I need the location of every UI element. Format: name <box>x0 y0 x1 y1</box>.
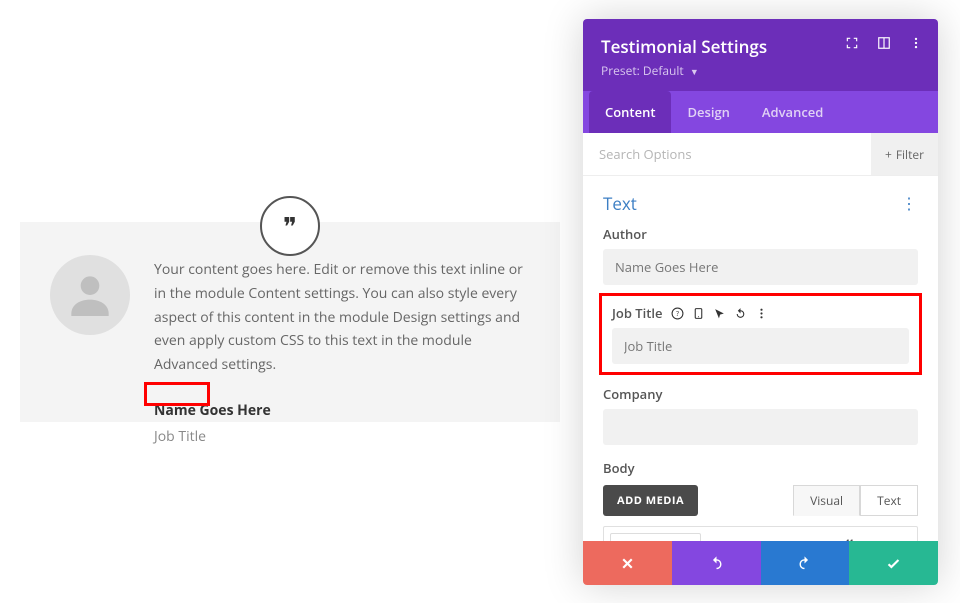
tab-content[interactable]: Content <box>589 91 671 133</box>
svg-text:?: ? <box>676 309 679 319</box>
paragraph-select[interactable]: Paragraph▼ <box>610 533 701 541</box>
tablet-icon[interactable] <box>692 307 705 320</box>
close-button[interactable] <box>583 541 672 585</box>
tab-advanced[interactable]: Advanced <box>746 91 839 133</box>
preview-name: Name Goes Here <box>154 399 530 423</box>
job-input[interactable] <box>612 328 909 364</box>
search-input[interactable] <box>583 133 871 175</box>
menu-dots-icon[interactable] <box>908 35 924 51</box>
search-bar: +Filter <box>583 133 938 176</box>
panel-footer <box>583 541 938 585</box>
section-title[interactable]: Text <box>603 192 637 215</box>
preset-selector[interactable]: Preset: Default ▼ <box>601 62 920 79</box>
company-input[interactable] <box>603 409 918 445</box>
hover-icon[interactable] <box>713 307 726 320</box>
panel-header: Testimonial Settings Preset: Default ▼ <box>583 19 938 91</box>
undo-footer-button[interactable] <box>672 541 761 585</box>
save-button[interactable] <box>849 541 938 585</box>
author-label: Author <box>603 225 918 243</box>
panel-content: Text ⋮ Author Job Title ? Company Body A… <box>583 176 938 541</box>
quote-icon: ❞ <box>260 196 320 256</box>
visual-tab[interactable]: Visual <box>793 485 860 516</box>
help-icon[interactable]: ? <box>671 307 684 320</box>
add-media-button[interactable]: ADD MEDIA <box>603 485 698 516</box>
filter-button[interactable]: +Filter <box>871 133 938 175</box>
tab-design[interactable]: Design <box>671 91 745 133</box>
reset-icon[interactable] <box>734 307 747 320</box>
highlight-job-preview <box>144 382 210 406</box>
preview-body-text: Your content goes here. Edit or remove t… <box>154 258 530 377</box>
panel-tabs: Content Design Advanced <box>583 91 938 133</box>
job-label: Job Title <box>612 304 663 322</box>
settings-panel: Testimonial Settings Preset: Default ▼ C… <box>583 19 938 585</box>
avatar-icon <box>50 255 130 335</box>
editor-toolbar: Paragraph▼ B I 123 ❝ ▼ S U A▼ Tx <box>603 526 918 541</box>
body-label: Body <box>603 459 918 477</box>
expand-icon[interactable] <box>876 35 892 51</box>
author-input[interactable] <box>603 249 918 285</box>
highlight-job-field: Job Title ? <box>599 293 922 375</box>
field-menu-icon[interactable] <box>755 307 768 320</box>
text-tab[interactable]: Text <box>860 485 918 516</box>
drag-icon[interactable] <box>844 35 860 51</box>
section-menu-icon[interactable]: ⋮ <box>901 192 918 214</box>
company-label: Company <box>603 385 918 403</box>
redo-footer-button[interactable] <box>761 541 850 585</box>
preview-job: Job Title <box>154 425 530 449</box>
